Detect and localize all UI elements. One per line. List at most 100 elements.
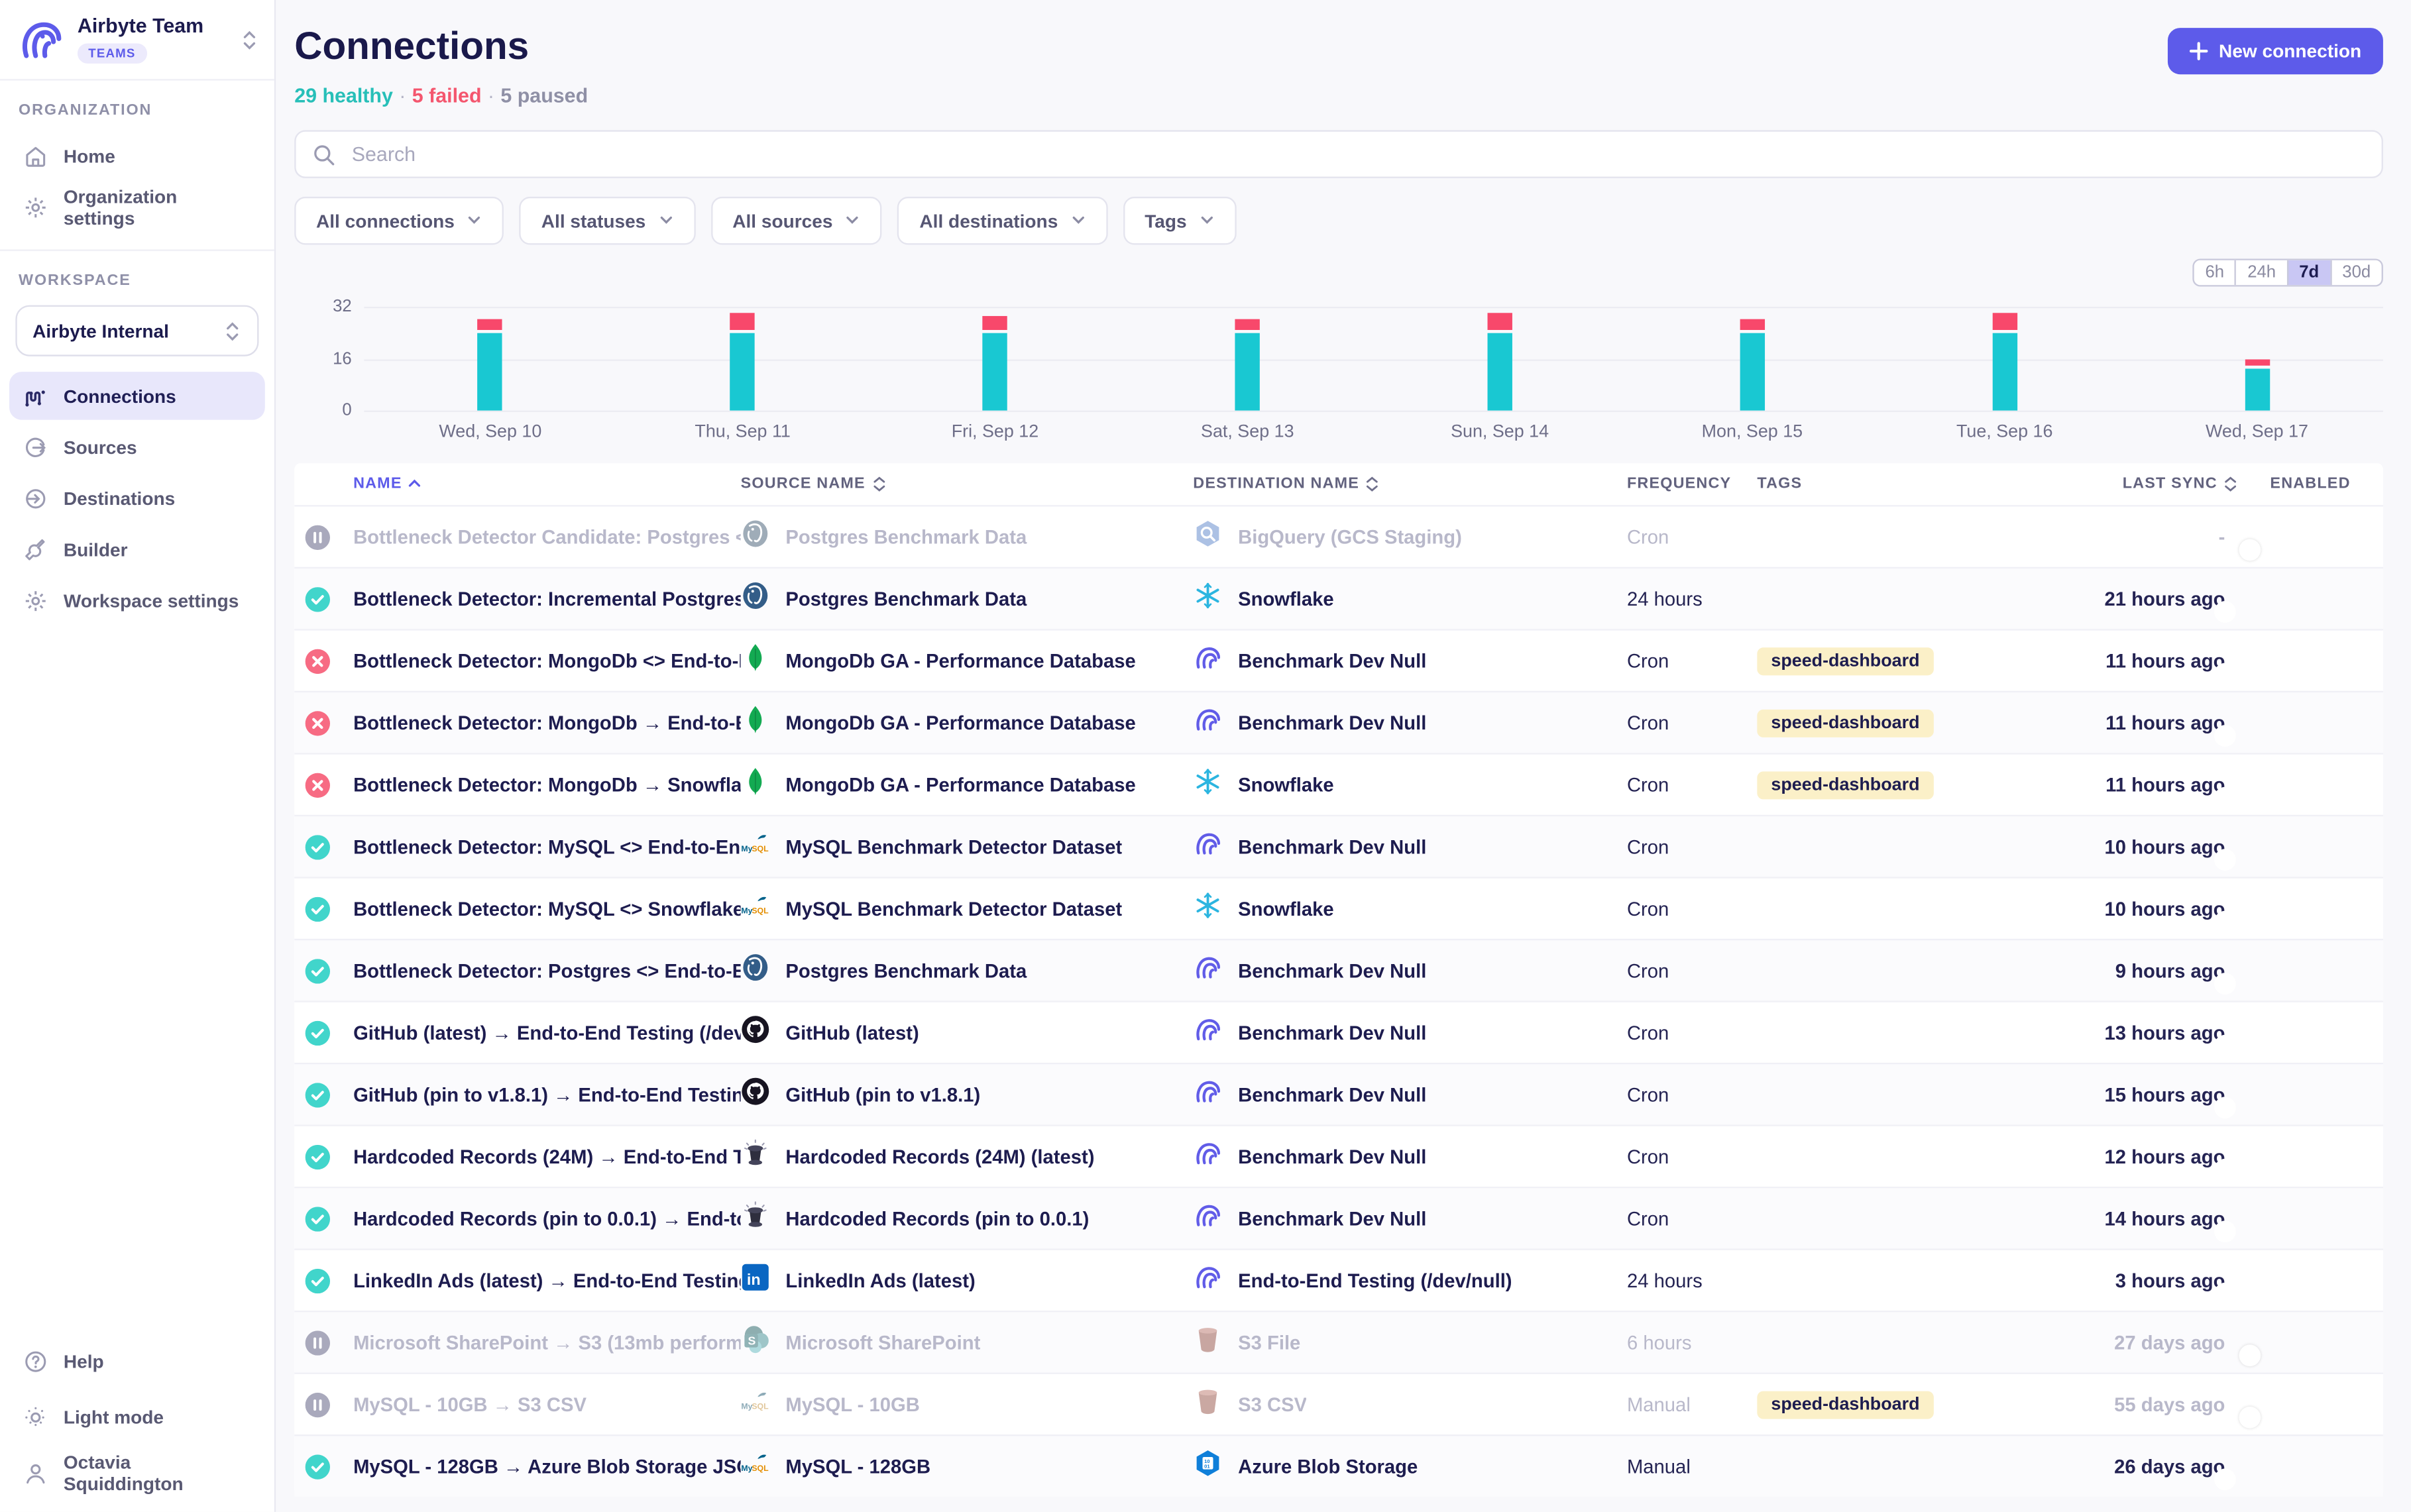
source-cell[interactable]: MySQL MySQL - 128GB	[741, 1448, 1194, 1485]
destination-cell[interactable]: Benchmark Dev Null	[1193, 1076, 1627, 1113]
new-connection-button[interactable]: New connection	[2168, 28, 2383, 74]
source-cell[interactable]: Hardcoded Records (pin to 0.0.1)	[741, 1200, 1194, 1237]
sidebar-item-builder[interactable]: Builder	[9, 525, 265, 573]
org-switcher[interactable]: Airbyte Team TEAMS	[0, 0, 274, 81]
destination-cell[interactable]: S3 CSV	[1193, 1385, 1627, 1423]
destination-cell[interactable]: Benchmark Dev Null	[1193, 704, 1627, 741]
destination-cell[interactable]: Benchmark Dev Null	[1193, 828, 1627, 865]
range-24h[interactable]: 24h	[2235, 260, 2286, 285]
table-row[interactable]: GitHub (latest) → End-to-End Testing (/d…	[294, 1000, 2383, 1063]
table-row[interactable]: MySQL - 10GB → S3 CSV MySQL MySQL - 10GB…	[294, 1373, 2383, 1435]
destination-cell[interactable]: Benchmark Dev Null	[1193, 952, 1627, 989]
destination-cell[interactable]: Benchmark Dev Null	[1193, 1138, 1627, 1175]
connection-name[interactable]: Bottleneck Detector: Incremental Postgre…	[353, 588, 741, 610]
destination-cell[interactable]: Benchmark Dev Null	[1193, 642, 1627, 679]
connection-name[interactable]: GitHub (pin to v1.8.1) → End-to-End Test…	[353, 1083, 741, 1105]
tag-speed-dashboard[interactable]: speed-dashboard	[1757, 1391, 1933, 1419]
destination-cell[interactable]: Benchmark Dev Null	[1193, 1200, 1627, 1237]
filter-tags[interactable]: Tags	[1123, 197, 1237, 244]
search-input[interactable]	[349, 141, 2365, 168]
source-cell[interactable]: GitHub (pin to v1.8.1)	[741, 1076, 1194, 1113]
chart-bar-tue-sep-16[interactable]	[1992, 313, 2017, 411]
destination-cell[interactable]: Benchmark Dev Null	[1193, 1014, 1627, 1051]
table-row[interactable]: Hardcoded Records (24M) → End-to-End Te.…	[294, 1124, 2383, 1187]
tag-speed-dashboard[interactable]: speed-dashboard	[1757, 647, 1933, 675]
table-row[interactable]: Bottleneck Detector: Postgres <> End-to-…	[294, 939, 2383, 1001]
source-cell[interactable]: MongoDb GA - Performance Database	[741, 766, 1194, 803]
connection-name[interactable]: Bottleneck Detector: MySQL <> End-to-End…	[353, 836, 741, 857]
destination-cell[interactable]: 1001 Azure Blob Storage	[1193, 1448, 1627, 1485]
chart-bar-sun-sep-14[interactable]	[1487, 313, 1512, 411]
table-row[interactable]: Bottleneck Detector: Incremental Postgre…	[294, 567, 2383, 629]
column-header-name[interactable]: NAME	[353, 476, 741, 493]
sidebar-item-organization-settings[interactable]: Organization settings	[9, 183, 265, 231]
table-row[interactable]: Bottleneck Detector: MongoDb → End-to-En…	[294, 691, 2383, 753]
column-header-tags[interactable]: TAGS	[1757, 476, 2042, 493]
workspace-selector[interactable]: Airbyte Internal	[15, 305, 258, 356]
connection-name[interactable]: Bottleneck Detector: MongoDb <> End-to-E…	[353, 650, 741, 672]
chart-bar-wed-sep-10[interactable]	[478, 320, 502, 411]
filter-all-connections[interactable]: All connections	[294, 197, 504, 244]
column-header-last_sync[interactable]: LAST SYNC	[2043, 476, 2238, 493]
filter-all-sources[interactable]: All sources	[710, 197, 882, 244]
connection-name[interactable]: Bottleneck Detector: MySQL <> Snowflake	[353, 898, 741, 920]
connection-name[interactable]: MySQL - 128GB → Azure Blob Storage JSOn …	[353, 1456, 741, 1478]
chart-bar-wed-sep-17[interactable]	[2245, 358, 2269, 410]
table-row[interactable]: Bottleneck Detector: MongoDb → Snowflake…	[294, 753, 2383, 815]
range-30d[interactable]: 30d	[2330, 260, 2382, 285]
column-header-enabled[interactable]: ENABLED	[2237, 476, 2383, 493]
tag-speed-dashboard[interactable]: speed-dashboard	[1757, 710, 1933, 737]
range-7d[interactable]: 7d	[2286, 260, 2329, 285]
connection-name[interactable]: Bottleneck Detector: MongoDb → Snowflake	[353, 774, 741, 796]
source-cell[interactable]: Postgres Benchmark Data	[741, 580, 1194, 618]
chart-bar-fri-sep-12[interactable]	[983, 317, 1007, 411]
source-cell[interactable]: Hardcoded Records (24M) (latest)	[741, 1138, 1194, 1175]
destination-cell[interactable]: BigQuery (GCS Staging)	[1193, 518, 1627, 555]
connection-name[interactable]: Bottleneck Detector: MongoDb → End-to-En…	[353, 712, 741, 733]
destination-cell[interactable]: End-to-End Testing (/dev/null)	[1193, 1262, 1627, 1299]
table-row[interactable]: LinkedIn Ads (latest) → End-to-End Testi…	[294, 1248, 2383, 1311]
connection-name[interactable]: Hardcoded Records (pin to 0.0.1) → End-t…	[353, 1208, 741, 1230]
connection-name[interactable]: Bottleneck Detector: Postgres <> End-to-…	[353, 959, 741, 981]
range-6h[interactable]: 6h	[2194, 260, 2235, 285]
table-row[interactable]: Bottleneck Detector: MySQL <> Snowflake …	[294, 877, 2383, 939]
table-row[interactable]: GitHub (pin to v1.8.1) → End-to-End Test…	[294, 1063, 2383, 1125]
sidebar-item-destinations[interactable]: Destinations	[9, 474, 265, 521]
column-header-destination[interactable]: DESTINATION NAME	[1193, 476, 1627, 493]
table-row[interactable]: Microsoft SharePoint → S3 (13mb performa…	[294, 1311, 2383, 1373]
chart-bar-sat-sep-13[interactable]	[1235, 320, 1260, 411]
source-cell[interactable]: MySQL MySQL - 10GB	[741, 1385, 1194, 1423]
source-cell[interactable]: Postgres Benchmark Data	[741, 952, 1194, 989]
source-cell[interactable]: GitHub (latest)	[741, 1014, 1194, 1051]
source-cell[interactable]: in LinkedIn Ads (latest)	[741, 1262, 1194, 1299]
connection-name[interactable]: Microsoft SharePoint → S3 (13mb performa…	[353, 1332, 741, 1354]
source-cell[interactable]: S Microsoft SharePoint	[741, 1324, 1194, 1361]
filter-all-statuses[interactable]: All statuses	[520, 197, 695, 244]
chart-bar-mon-sep-15[interactable]	[1740, 320, 1764, 411]
destination-cell[interactable]: Snowflake	[1193, 890, 1627, 927]
table-row[interactable]: Bottleneck Detector Candidate: Postgres …	[294, 505, 2383, 567]
tag-speed-dashboard[interactable]: speed-dashboard	[1757, 771, 1933, 799]
connection-name[interactable]: Hardcoded Records (24M) → End-to-End Te.…	[353, 1146, 741, 1167]
connection-name[interactable]: GitHub (latest) → End-to-End Testing (/d…	[353, 1022, 741, 1044]
column-header-source[interactable]: SOURCE NAME	[741, 476, 1194, 493]
destination-cell[interactable]: Snowflake	[1193, 766, 1627, 803]
connection-name[interactable]: MySQL - 10GB → S3 CSV	[353, 1393, 741, 1415]
destination-cell[interactable]: Snowflake	[1193, 580, 1627, 618]
connection-name[interactable]: Bottleneck Detector Candidate: Postgres …	[353, 526, 741, 548]
table-row[interactable]: MySQL - 128GB → Azure Blob Storage JSOn …	[294, 1434, 2383, 1497]
sidebar-item-connections[interactable]: Connections	[9, 372, 265, 419]
column-header-frequency[interactable]: FREQUENCY	[1627, 476, 1757, 493]
sidebar-item-octavia-squiddington[interactable]: Octavia Squiddington	[9, 1447, 265, 1499]
sidebar-item-workspace-settings[interactable]: Workspace settings	[9, 576, 265, 624]
source-cell[interactable]: MySQL MySQL Benchmark Detector Dataset	[741, 828, 1194, 865]
source-cell[interactable]: MySQL MySQL Benchmark Detector Dataset	[741, 890, 1194, 927]
connection-name[interactable]: LinkedIn Ads (latest) → End-to-End Testi…	[353, 1269, 741, 1291]
table-row[interactable]: Bottleneck Detector: MongoDb <> End-to-E…	[294, 629, 2383, 691]
source-cell[interactable]: MongoDb GA - Performance Database	[741, 642, 1194, 679]
sidebar-item-help[interactable]: Help	[9, 1335, 265, 1387]
table-row[interactable]: Hardcoded Records (pin to 0.0.1) → End-t…	[294, 1187, 2383, 1249]
source-cell[interactable]: Postgres Benchmark Data	[741, 518, 1194, 555]
chart-bar-thu-sep-11[interactable]	[730, 313, 755, 411]
source-cell[interactable]: MongoDb GA - Performance Database	[741, 704, 1194, 741]
